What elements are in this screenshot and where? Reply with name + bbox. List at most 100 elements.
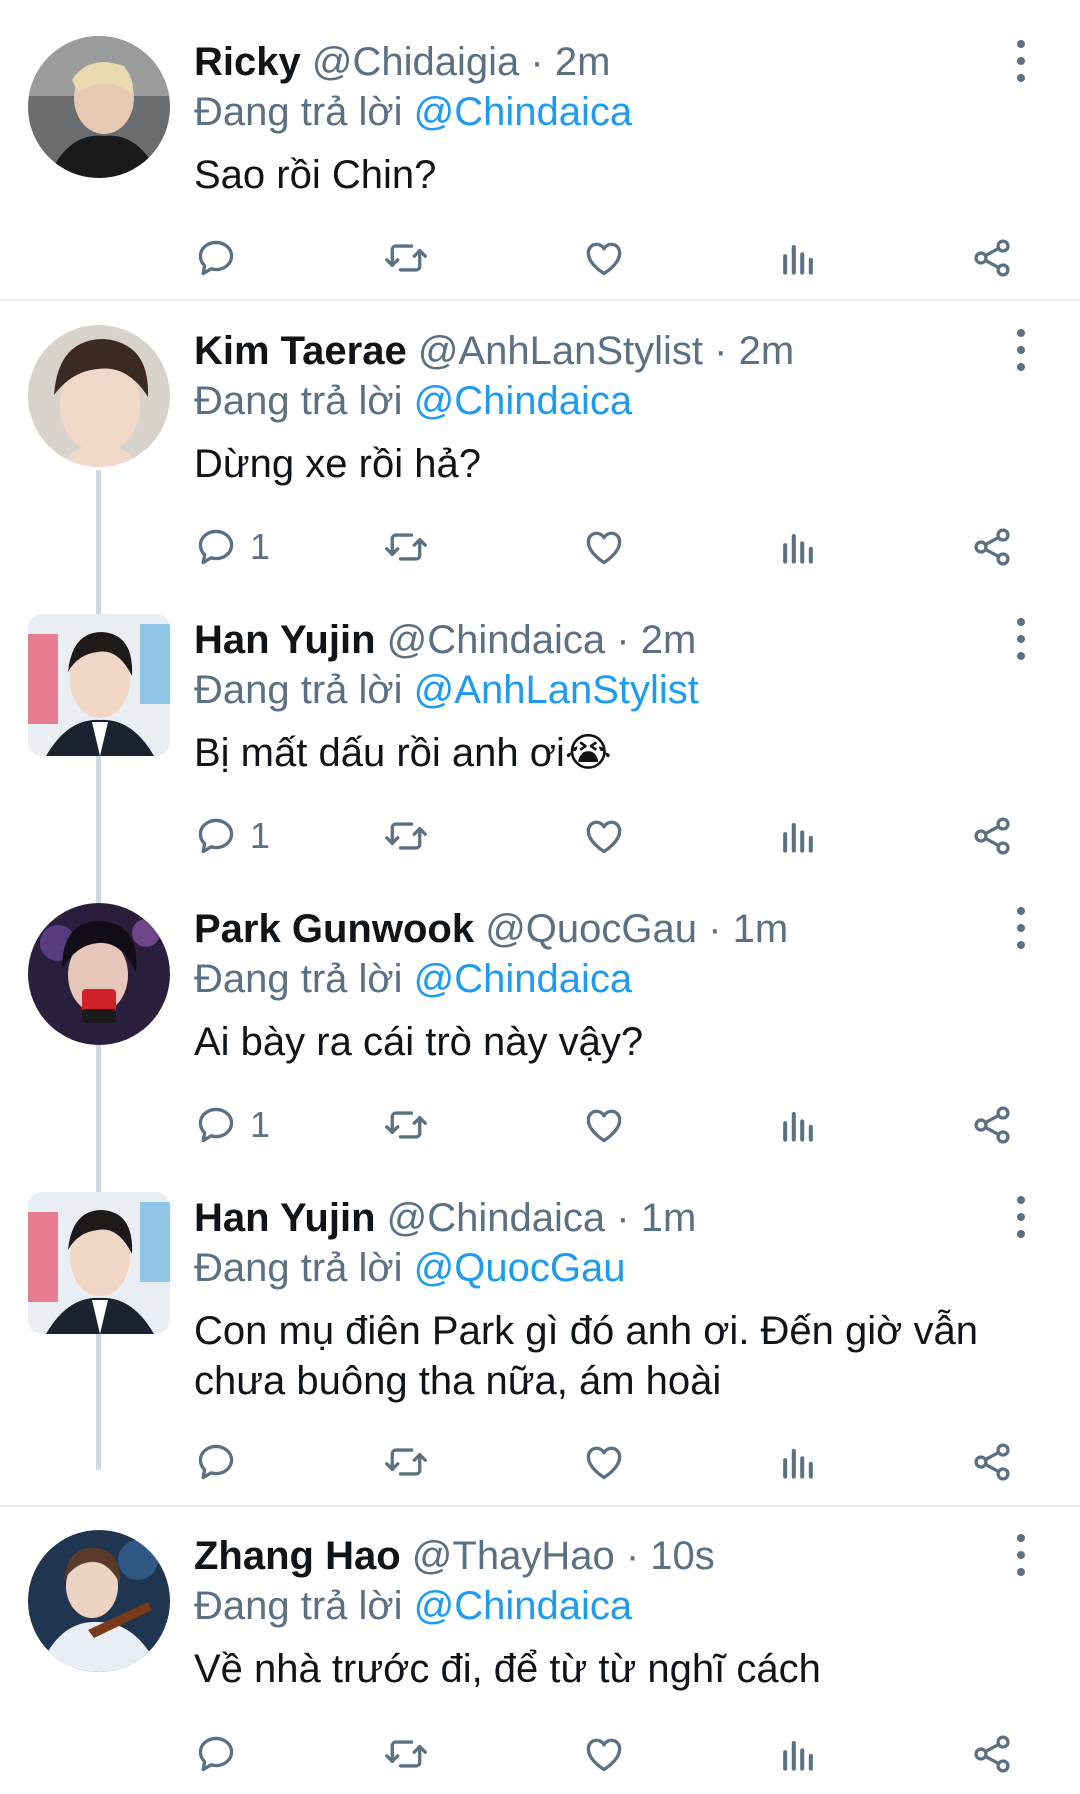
share-button[interactable] [970, 1432, 1014, 1492]
reply-button[interactable] [194, 1432, 250, 1492]
views-icon [783, 1448, 813, 1479]
mention-link[interactable]: @Chindaica [414, 957, 633, 1001]
display-name[interactable]: Zhang Hao [194, 1534, 401, 1578]
like-icon [586, 1738, 622, 1772]
reply-icon [198, 818, 234, 854]
mention-link[interactable]: @AnhLanStylist [414, 668, 699, 712]
like-button[interactable] [582, 806, 626, 866]
views-button[interactable] [776, 517, 820, 577]
tweet-item[interactable]: Han Yujin @Chindaica · 2m Đang trả lời @… [0, 578, 1080, 868]
tweet-actions [194, 1432, 1024, 1492]
reply-thread: Ricky @Chidaigia · 2m Đang trả lời @Chin… [0, 0, 1080, 1794]
timestamp[interactable]: · 2m [714, 329, 794, 373]
retweet-icon [385, 1740, 427, 1768]
display-name[interactable]: Ricky [194, 40, 301, 84]
retweet-button[interactable] [384, 228, 428, 288]
tweet-item[interactable]: Zhang Hao @ThayHao · 10s Đang trả lời @C… [0, 1494, 1080, 1794]
reply-icon [198, 529, 234, 565]
views-icon [783, 822, 813, 853]
replying-prefix: Đang trả lời [194, 90, 403, 134]
reply-button[interactable]: 1 [194, 1095, 270, 1155]
user-handle[interactable]: @AnhLanStylist [418, 329, 703, 373]
replying-to: Đang trả lời @Chindaica [194, 1582, 632, 1630]
share-icon [974, 1735, 1010, 1773]
mention-link[interactable]: @QuocGau [414, 1246, 626, 1290]
tweet-item[interactable]: Han Yujin @Chindaica · 1m Đang trả lời @… [0, 1156, 1080, 1506]
more-vertical-icon[interactable] [1008, 40, 1034, 82]
avatar[interactable] [28, 1192, 170, 1334]
retweet-button[interactable] [384, 1095, 428, 1155]
retweet-icon [385, 533, 427, 561]
reply-button[interactable]: 1 [194, 517, 270, 577]
user-handle[interactable]: @Chidaigia [312, 40, 519, 84]
share-button[interactable] [970, 1095, 1014, 1155]
like-button[interactable] [582, 1095, 626, 1155]
user-handle[interactable]: @ThayHao [412, 1534, 615, 1578]
tweet-item[interactable]: Kim Taerae @AnhLanStylist · 2m Đang trả … [0, 289, 1080, 579]
timestamp[interactable]: · 2m [530, 40, 610, 84]
display-name[interactable]: Han Yujin [194, 1196, 376, 1240]
timestamp[interactable]: · 10s [626, 1534, 715, 1578]
user-handle[interactable]: @Chindaica [387, 1196, 606, 1240]
share-button[interactable] [970, 517, 1014, 577]
share-button[interactable] [970, 806, 1014, 866]
reply-count: 1 [250, 815, 271, 856]
retweet-button[interactable] [384, 517, 428, 577]
mention-link[interactable]: @Chindaica [414, 379, 633, 423]
share-icon [974, 1443, 1010, 1481]
retweet-button[interactable] [384, 806, 428, 866]
views-button[interactable] [776, 806, 820, 866]
tweet-actions [194, 228, 1024, 288]
tweet-header: Han Yujin @Chindaica · 2m [194, 616, 696, 664]
retweet-button[interactable] [384, 1432, 428, 1492]
more-vertical-icon[interactable] [1008, 329, 1034, 371]
more-vertical-icon[interactable] [1008, 1196, 1034, 1238]
tweet-text: Về nhà trước đi, để từ từ nghĩ cách [194, 1647, 821, 1691]
tweet-text: Ai bày ra cái trò này vậy? [194, 1020, 644, 1064]
retweet-icon [385, 1448, 427, 1476]
display-name[interactable]: Han Yujin [194, 618, 376, 662]
avatar[interactable] [28, 614, 170, 756]
share-button[interactable] [970, 228, 1014, 288]
reply-button[interactable] [194, 228, 250, 288]
views-button[interactable] [776, 1432, 820, 1492]
user-handle[interactable]: @Chindaica [387, 618, 606, 662]
replying-to: Đang trả lời @AnhLanStylist [194, 666, 699, 714]
timestamp[interactable]: · 2m [616, 618, 696, 662]
reply-icon [198, 1736, 234, 1772]
reply-button[interactable] [194, 1724, 250, 1784]
more-vertical-icon[interactable] [1008, 907, 1034, 949]
timestamp[interactable]: · 1m [708, 907, 788, 951]
reply-button[interactable]: 1 [194, 806, 270, 866]
avatar[interactable] [28, 36, 170, 178]
avatar[interactable] [28, 1530, 170, 1672]
more-vertical-icon[interactable] [1008, 618, 1034, 660]
tweet-header: Park Gunwook @QuocGau · 1m [194, 905, 788, 953]
tweet-item[interactable]: Park Gunwook @QuocGau · 1m Đang trả lời … [0, 867, 1080, 1157]
avatar[interactable] [28, 325, 170, 467]
like-button[interactable] [582, 517, 626, 577]
timestamp[interactable]: · 1m [616, 1196, 696, 1240]
mention-link[interactable]: @Chindaica [414, 1584, 633, 1628]
avatar[interactable] [28, 903, 170, 1045]
tweet-text: Bị mất dấu rồi anh ơi😭 [194, 731, 612, 775]
display-name[interactable]: Park Gunwook [194, 907, 474, 951]
share-button[interactable] [970, 1724, 1014, 1784]
more-vertical-icon[interactable] [1008, 1534, 1034, 1576]
user-handle[interactable]: @QuocGau [485, 907, 697, 951]
mention-link[interactable]: @Chindaica [414, 90, 633, 134]
like-button[interactable] [582, 1724, 626, 1784]
tweet-text: Dừng xe rồi hả? [194, 442, 481, 486]
views-button[interactable] [776, 228, 820, 288]
views-icon [783, 533, 813, 564]
views-button[interactable] [776, 1724, 820, 1784]
like-button[interactable] [582, 228, 626, 288]
tweet-actions: 1 [194, 517, 1024, 577]
retweet-button[interactable] [384, 1724, 428, 1784]
tweet-item[interactable]: Ricky @Chidaigia · 2m Đang trả lời @Chin… [0, 0, 1080, 300]
display-name[interactable]: Kim Taerae [194, 329, 407, 373]
like-button[interactable] [582, 1432, 626, 1492]
views-button[interactable] [776, 1095, 820, 1155]
replying-prefix: Đang trả lời [194, 379, 403, 423]
tweet-header: Han Yujin @Chindaica · 1m [194, 1194, 696, 1242]
